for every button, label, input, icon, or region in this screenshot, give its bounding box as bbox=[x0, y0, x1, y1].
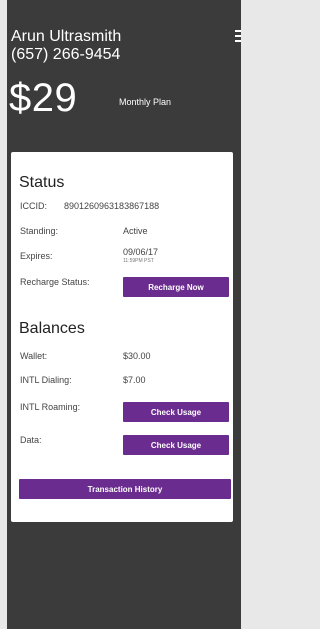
plan-label: Monthly Plan bbox=[119, 97, 172, 107]
account-name: Arun Ultrasmith bbox=[11, 28, 122, 45]
iccid-label: ICCID: bbox=[20, 201, 47, 211]
expires-value: 09/06/17 bbox=[123, 247, 159, 257]
balances-title: Balances bbox=[19, 320, 85, 337]
account-phone: (657) 266-9454 bbox=[11, 46, 121, 63]
hamburger-menu-icon[interactable] bbox=[235, 30, 241, 42]
status-title: Status bbox=[19, 174, 65, 191]
expires-time: 11:59PM PST bbox=[123, 258, 154, 264]
intl-dialing-value: $7.00 bbox=[123, 375, 146, 385]
menu-bar bbox=[235, 30, 241, 32]
iccid-value: 8901260963183867188 bbox=[64, 201, 160, 211]
recharge-status-label: Recharge Status: bbox=[20, 277, 90, 287]
recharge-now-button[interactable]: Recharge Now bbox=[123, 277, 229, 297]
transaction-history-button[interactable]: Transaction History bbox=[19, 479, 231, 499]
menu-bar bbox=[235, 35, 241, 37]
data-label: Data: bbox=[20, 435, 42, 445]
intl-roaming-check-usage-button[interactable]: Check Usage bbox=[123, 402, 229, 422]
data-check-usage-button[interactable]: Check Usage bbox=[123, 435, 229, 455]
account-card: Status ICCID: 8901260963183867188 Standi… bbox=[11, 152, 233, 522]
standing-value: Active bbox=[123, 226, 148, 236]
intl-dialing-label: INTL Dialing: bbox=[20, 375, 72, 385]
plan-price: $29 bbox=[9, 76, 78, 120]
menu-bar bbox=[235, 40, 241, 42]
expires-label: Expires: bbox=[20, 251, 53, 261]
standing-label: Standing: bbox=[20, 226, 59, 236]
intl-roaming-label: INTL Roaming: bbox=[20, 402, 81, 412]
wallet-label: Wallet: bbox=[20, 351, 48, 361]
wallet-value: $30.00 bbox=[123, 351, 151, 361]
